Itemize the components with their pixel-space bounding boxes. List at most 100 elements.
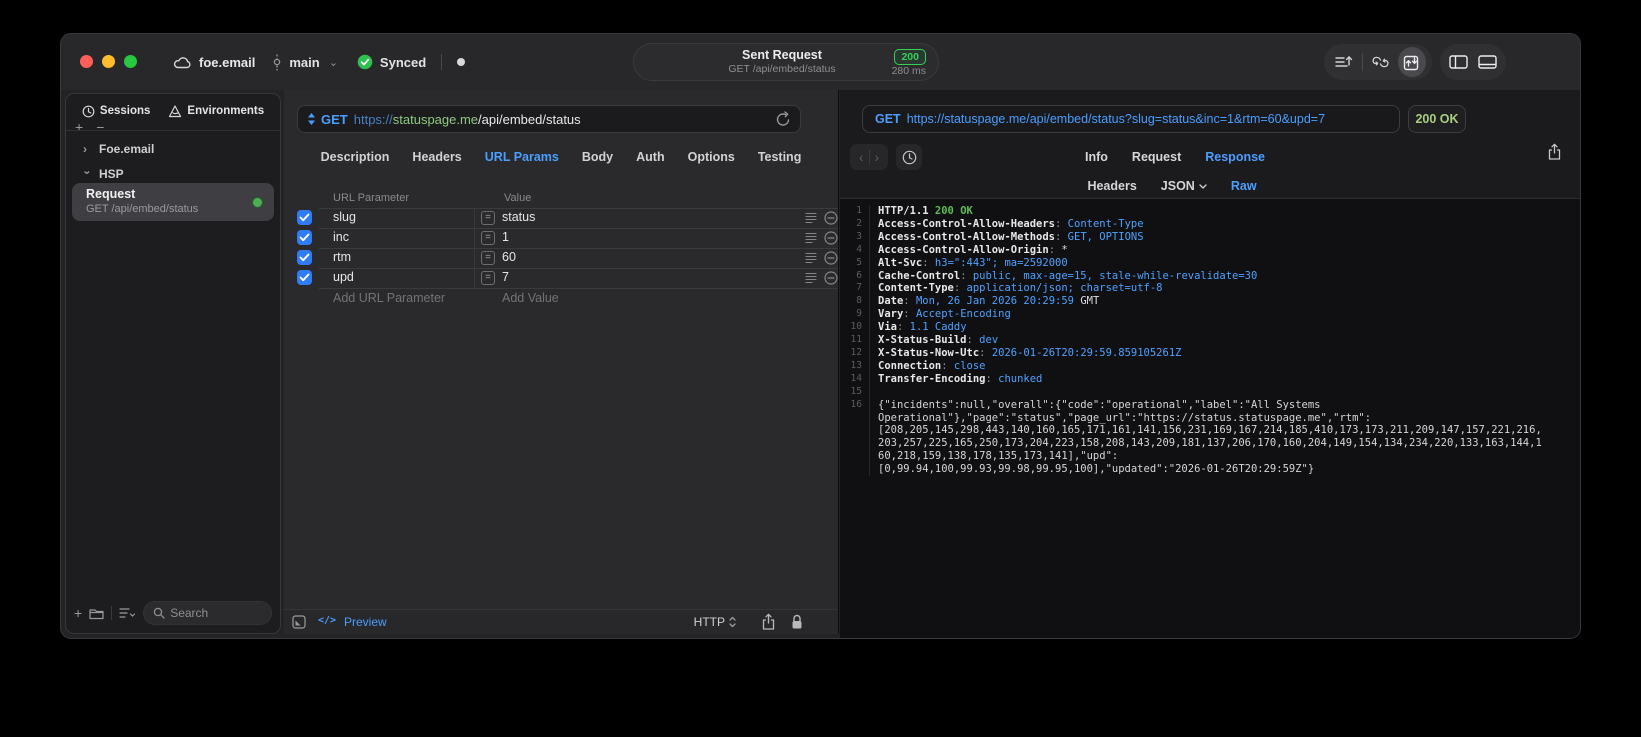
remove-row-icon[interactable]: [824, 251, 838, 265]
unsaved-indicator-dot: [457, 58, 466, 66]
tab-environments[interactable]: Environments: [168, 99, 264, 123]
close-window-button[interactable]: [80, 55, 93, 68]
line-content: Access-Control-Allow-Methods: GET, OPTIO…: [870, 231, 1144, 244]
code-segment: Access-Control-Allow-Methods: [878, 230, 1056, 243]
titlebar-divider: [441, 54, 443, 70]
preview-button[interactable]: Preview: [344, 615, 387, 629]
param-value[interactable]: 1: [502, 230, 509, 244]
row-text-lines-icon[interactable]: [805, 252, 817, 264]
response-tab-response[interactable]: Response: [1205, 147, 1265, 167]
add-session-icon[interactable]: +: [75, 119, 83, 135]
sidebar-request-item-selected[interactable]: Request GET /api/embed/status: [72, 183, 274, 221]
response-subtab-label: Headers: [1087, 179, 1137, 193]
url-host: statuspage.me: [392, 111, 479, 127]
protocol-selector[interactable]: HTTP: [694, 615, 736, 629]
response-tab-request[interactable]: Request: [1132, 147, 1181, 167]
sort-list-icon[interactable]: [119, 607, 136, 619]
response-raw-view[interactable]: 1 HTTP/1.1 200 OK 2 Access-Control-Allow-He…: [840, 198, 1580, 638]
request-tab-options[interactable]: Options: [688, 150, 735, 170]
minimize-window-button[interactable]: [102, 55, 115, 68]
response-subtab-headers[interactable]: Headers: [1087, 177, 1136, 195]
request-tab-description[interactable]: Description: [321, 150, 390, 170]
response-tab-info[interactable]: Info: [1085, 147, 1108, 167]
request-tab-headers[interactable]: Headers: [412, 150, 461, 170]
response-line: 6 Cache-Control: public, max-age=15, stal…: [840, 269, 1580, 283]
new-folder-icon[interactable]: [89, 607, 104, 620]
tree-item-foe-email[interactable]: › Foe.email: [66, 138, 280, 160]
request-duration: 280 ms: [891, 64, 926, 77]
branch-name[interactable]: main: [289, 55, 319, 70]
code-segment: Content-Type: [1067, 217, 1144, 230]
param-checkbox[interactable]: [297, 210, 312, 225]
remove-row-icon[interactable]: [824, 211, 838, 225]
tree-item-hsp[interactable]: › HSP: [66, 163, 280, 185]
code-segment: X-Status-Build: [878, 334, 967, 347]
request-tabs: Description Headers URL Params Body Auth Opti…: [284, 150, 838, 170]
code-segment: 2026-01-26T20:29:59.859105261Z: [991, 346, 1182, 359]
lock-icon[interactable]: [790, 613, 804, 631]
project-name[interactable]: foe.email: [199, 55, 255, 70]
request-tab-auth[interactable]: Auth: [636, 150, 664, 170]
request-url[interactable]: https://statuspage.me/api/embed/status: [354, 112, 581, 127]
sidebar: Sessions Environments + − › Foe.email › …: [65, 93, 281, 634]
param-value[interactable]: 60: [502, 250, 516, 264]
param-checkbox[interactable]: [297, 270, 312, 285]
branch-chevron-down-icon[interactable]: ⌄: [329, 56, 338, 69]
remove-row-icon[interactable]: [824, 271, 838, 285]
add-request-icon[interactable]: +: [74, 605, 82, 621]
row-text-lines-icon[interactable]: [805, 272, 817, 284]
param-name[interactable]: slug: [333, 210, 356, 224]
add-param-row[interactable]: Add URL Parameter Add Value: [284, 288, 838, 308]
param-name[interactable]: rtm: [333, 250, 351, 264]
method-dropdown-icon[interactable]: [308, 113, 315, 125]
response-url-pill[interactable]: GET https://statuspage.me/api/embed/stat…: [862, 105, 1400, 133]
row-text-lines-icon[interactable]: [805, 232, 817, 244]
param-name[interactable]: inc: [333, 230, 349, 244]
remove-row-icon[interactable]: [824, 231, 838, 245]
request-url-bar[interactable]: GET https://statuspage.me/api/embed/stat…: [297, 105, 801, 133]
request-tab-url-params[interactable]: URL Params: [485, 150, 559, 170]
row-text-lines-icon[interactable]: [805, 212, 817, 224]
resend-refresh-icon[interactable]: [775, 111, 791, 128]
request-method[interactable]: GET: [321, 112, 348, 127]
request-status-pill[interactable]: Sent Request GET /api/embed/status 200 2…: [633, 43, 939, 81]
response-subtab-json[interactable]: JSON: [1161, 177, 1207, 195]
column-divider: [474, 228, 475, 248]
code-segment: Alt-Svc: [878, 256, 923, 269]
toggle-sidebar-icon[interactable]: [1446, 47, 1471, 77]
param-value[interactable]: 7: [502, 270, 509, 284]
request-tab-body[interactable]: Body: [582, 150, 613, 170]
param-name[interactable]: upd: [333, 270, 354, 284]
line-content: Alt-Svc: h3=":443"; ma=2592000: [870, 257, 1068, 270]
export-response-icon[interactable]: [1547, 143, 1562, 161]
equals-icon: =: [481, 231, 495, 245]
param-value[interactable]: status: [502, 210, 535, 224]
response-line: 2 Access-Control-Allow-Headers: Content-T…: [840, 217, 1580, 231]
add-url-parameter-placeholder[interactable]: Add URL Parameter: [333, 291, 445, 305]
code-segment: Date: [878, 295, 904, 308]
share-icon[interactable]: [761, 613, 776, 631]
remove-session-icon[interactable]: −: [96, 119, 104, 135]
chevron-down-icon[interactable]: ›: [81, 171, 95, 180]
toolbar-group-layout: [1440, 44, 1506, 80]
search-input[interactable]: Search: [143, 601, 272, 625]
zoom-window-button[interactable]: [124, 55, 137, 68]
line-number: 10: [840, 321, 870, 335]
row-separator: [319, 228, 838, 229]
send-receive-icon[interactable]: [1398, 47, 1426, 77]
line-content: X-Status-Build: dev: [870, 334, 998, 347]
toggle-bottom-panel-icon[interactable]: [1475, 47, 1500, 77]
request-tab-testing[interactable]: Testing: [758, 150, 802, 170]
export-lines-icon[interactable]: [1330, 47, 1358, 77]
code-segment: :: [985, 372, 999, 385]
loop-sync-icon[interactable]: [1367, 47, 1395, 77]
response-subtab-raw[interactable]: Raw: [1231, 177, 1257, 195]
line-content: HTTP/1.1 200 OK: [870, 205, 973, 218]
param-checkbox[interactable]: [297, 250, 312, 265]
add-value-placeholder[interactable]: Add Value: [502, 291, 559, 305]
tree-item-label: HSP: [99, 167, 124, 181]
param-checkbox[interactable]: [297, 230, 312, 245]
expand-console-icon[interactable]: [292, 615, 306, 629]
body-line: [208,205,145,298,443,140,160,165,171,161…: [878, 424, 1542, 437]
chevron-right-icon[interactable]: ›: [83, 142, 92, 156]
